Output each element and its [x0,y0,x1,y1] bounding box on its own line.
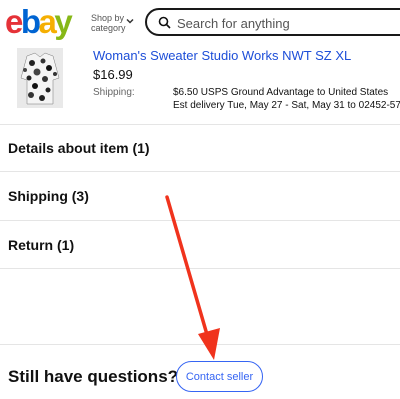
contact-seller-button[interactable]: Contact seller [176,361,263,392]
item-title-link[interactable]: Woman's Sweater Studio Works NWT SZ XL [93,48,351,63]
still-have-questions-heading: Still have questions? [8,367,179,386]
divider [0,268,400,269]
search-input[interactable] [175,13,379,33]
header: ebay Shop by category [0,0,400,46]
shipping-label: Shipping: [93,87,135,98]
ebay-logo[interactable]: ebay [5,2,73,42]
divider [0,220,400,221]
chevron-down-icon[interactable] [125,16,135,26]
logo-letter-y: y [54,3,72,40]
item-thumbnail[interactable] [17,48,63,108]
shipping-cost-text: $6.50 USPS Ground Advantage to United St… [173,87,389,98]
divider [0,124,400,125]
section-shipping[interactable]: Shipping (3) [8,188,89,204]
shipping-delivery-text: Est delivery Tue, May 27 - Sat, May 31 t… [173,100,400,111]
shop-by-category-label[interactable]: Shop by category [91,13,126,33]
search-bar[interactable] [145,8,400,36]
logo-letter-e: e [5,3,23,40]
divider [0,171,400,172]
section-return[interactable]: Return (1) [8,237,74,253]
section-details-about-item[interactable]: Details about item (1) [8,140,150,156]
logo-letter-a: a [38,3,57,40]
item-price: $16.99 [93,67,133,82]
logo-letter-b: b [20,3,41,40]
search-icon [158,16,171,29]
footer-divider [0,344,400,345]
